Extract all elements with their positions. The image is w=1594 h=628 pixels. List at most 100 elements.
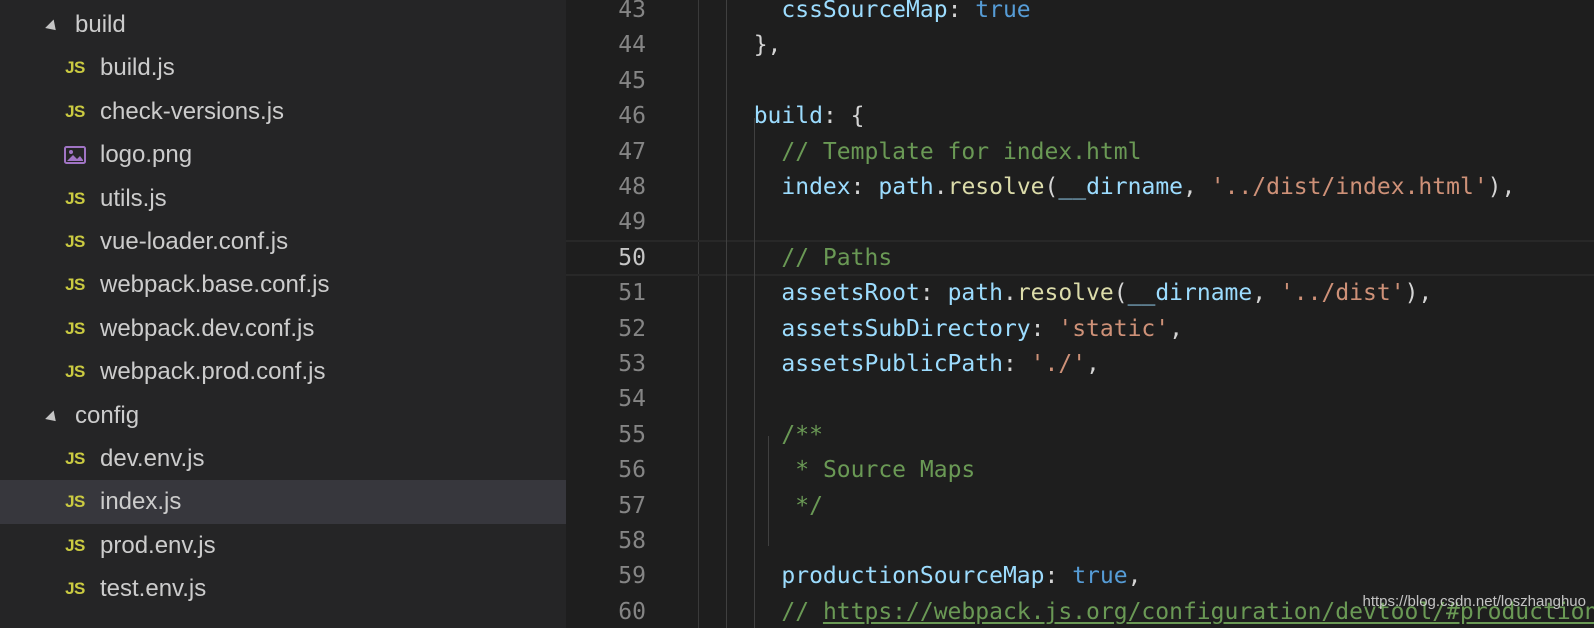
code-line[interactable]: 55 /** [566,417,1594,453]
file-item[interactable]: JS build.js [0,46,566,90]
file-item[interactable]: JS utils.js [0,177,566,221]
code-token: // [781,599,823,625]
code-text: * Source Maps [726,452,975,488]
code-line[interactable]: 58 [566,523,1594,559]
code-token: resolve [1016,280,1114,306]
code-line[interactable]: 57 */ [566,488,1594,524]
code-editor[interactable]: 43 cssSourceMap: true 44 }, 45 46 build: {4… [566,0,1594,628]
javascript-file-icon: JS [65,189,85,208]
code-line[interactable]: 48 index: path.resolve(__dirname, '../di… [566,169,1594,205]
file-item[interactable]: JS dev.env.js [0,437,566,481]
code-token: ( [1044,174,1059,200]
code-token: , [1183,174,1211,200]
file-item[interactable]: JS webpack.dev.conf.js [0,307,566,351]
file-label: webpack.dev.conf.js [100,315,315,342]
line-number: 56 [618,457,646,483]
file-label: config [75,402,140,429]
code-token: assetsPublicPath [781,351,1003,377]
line-number: 59 [618,563,646,589]
code-token: true [975,0,1031,23]
indent-guide [726,0,727,628]
code-line[interactable]: 53 assetsPublicPath: './', [566,346,1594,382]
chevron-expanded-icon [45,409,61,425]
code-text: productionSourceMap: true, [726,558,1141,594]
file-label: build [75,11,126,38]
line-number: 45 [618,68,646,94]
file-item[interactable]: JS webpack.prod.conf.js [0,350,566,394]
code-line[interactable]: 46 build: { [566,98,1594,134]
line-number: 46 [618,103,646,129]
code-token: true [1072,563,1128,589]
code-text: }, [726,27,782,63]
code-token: /** [781,422,823,448]
file-item[interactable]: JS check-versions.js [0,90,566,134]
line-number: 55 [618,422,646,448]
line-number: 50 [618,245,646,271]
file-label: webpack.prod.conf.js [100,358,326,385]
code-line[interactable]: 56 * Source Maps [566,452,1594,488]
line-number: 53 [618,351,646,377]
code-token: : [947,0,976,23]
code-line[interactable]: 51 assetsRoot: path.resolve(__dirname, '… [566,275,1594,311]
code-line[interactable]: 47 // Template for index.html [566,134,1594,170]
code-token: : [1044,563,1073,589]
code-token: 'static' [1058,316,1170,342]
javascript-file-icon: JS [65,579,85,598]
file-item[interactable]: JS index.js [0,480,566,524]
code-token: : { [822,103,865,129]
code-line[interactable]: 44 }, [566,27,1594,63]
code-token: // Paths [781,245,893,271]
code-token: * Source Maps [795,457,976,483]
file-label: webpack.base.conf.js [100,271,330,298]
chevron-expanded-icon [45,18,61,34]
code-token: : [919,280,948,306]
code-text: index: path.resolve(__dirname, '../dist/… [726,169,1515,205]
code-token: index [781,174,851,200]
file-item[interactable]: JS prod.env.js [0,524,566,568]
code-token: , [1086,351,1100,377]
code-token: : [1002,351,1031,377]
code-line[interactable]: 49 [566,204,1594,240]
code-token: path [878,174,934,200]
indent-guide [754,118,755,628]
code-token: '../dist' [1279,280,1405,306]
code-token: , [1252,280,1280,306]
code-text: assetsSubDirectory: 'static', [726,311,1183,347]
folder-config[interactable]: config [0,394,566,438]
line-number: 51 [618,280,646,306]
javascript-file-icon: JS [65,102,85,121]
code-text: // Paths [726,242,892,274]
code-token: __dirname [1058,174,1184,200]
file-explorer: build JS build.js JS check-versions.js logo.p… [0,0,566,628]
file-label: vue-loader.conf.js [100,228,289,255]
javascript-file-icon: JS [65,536,85,555]
code-token: productionSourceMap [781,563,1045,589]
code-text: assetsPublicPath: './', [726,346,1100,382]
file-item[interactable]: JS webpack.base.conf.js [0,263,566,307]
file-item[interactable]: JS test.env.js [0,567,566,611]
code-token: : [1030,316,1059,342]
code-text: /** [726,417,823,453]
code-line[interactable]: 52 assetsSubDirectory: 'static', [566,311,1594,347]
code-line[interactable]: 43 cssSourceMap: true [566,0,1594,28]
folder-build[interactable]: build [0,3,566,47]
code-line[interactable]: 50 // Paths [566,240,1594,276]
code-line[interactable]: 59 productionSourceMap: true, [566,558,1594,594]
code-token: build [753,103,823,129]
code-token: './' [1030,351,1087,377]
line-number: 58 [618,528,646,554]
code-token: resolve [947,174,1045,200]
javascript-file-icon: JS [65,58,85,77]
file-item[interactable]: JS vue-loader.conf.js [0,220,566,264]
file-item[interactable]: logo.png [0,133,566,177]
code-line[interactable]: 54 [566,381,1594,417]
file-label: prod.env.js [100,532,216,559]
file-label: build.js [100,54,175,81]
code-line[interactable]: 45 [566,63,1594,99]
javascript-file-icon: JS [65,319,85,338]
code-token: : [850,174,879,200]
line-number: 52 [618,316,646,342]
